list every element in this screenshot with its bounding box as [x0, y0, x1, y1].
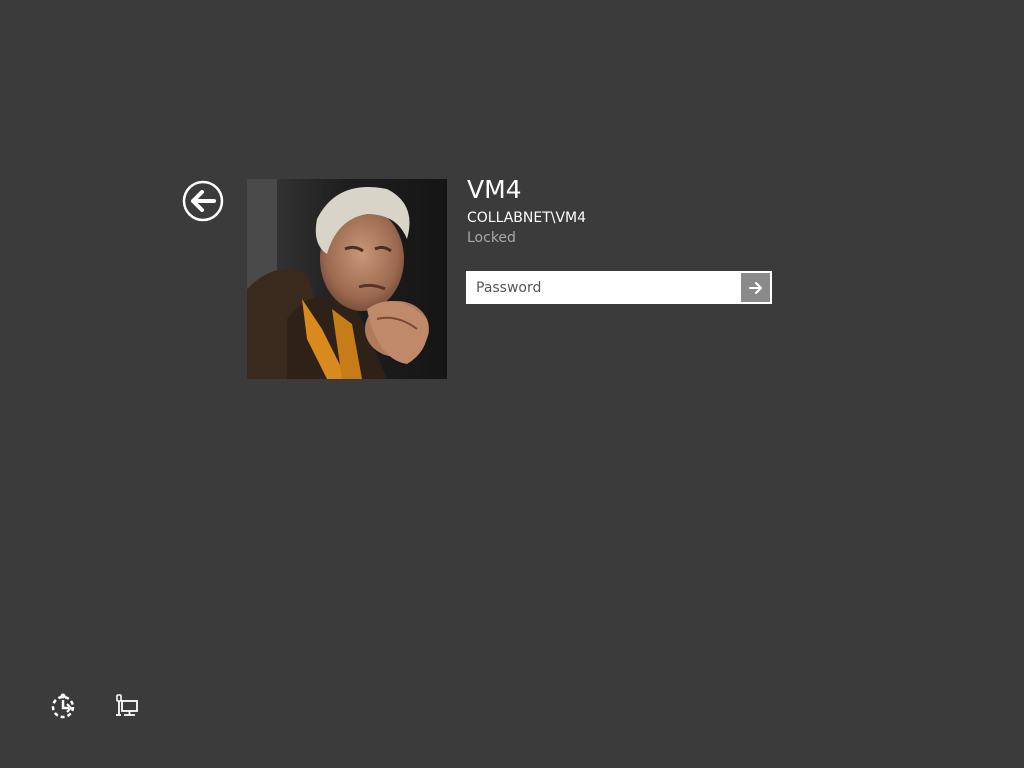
user-avatar [247, 179, 447, 379]
ease-of-access-button[interactable] [49, 692, 77, 720]
user-status: Locked [467, 230, 516, 246]
password-box [466, 271, 772, 304]
back-arrow-icon [182, 180, 224, 222]
submit-arrow-icon [748, 281, 762, 294]
network-button[interactable] [113, 692, 141, 720]
ease-of-access-icon [51, 693, 75, 719]
submit-button[interactable] [741, 273, 770, 302]
network-icon [116, 694, 138, 716]
lock-screen: VM4 COLLABNET\VM4 Locked [0, 0, 1024, 768]
password-input[interactable] [468, 273, 741, 302]
user-domain: COLLABNET\VM4 [467, 210, 587, 226]
user-info: VM4 COLLABNET\VM4 Locked [467, 174, 586, 247]
back-button[interactable] [182, 180, 224, 222]
user-name: VM4 [467, 175, 522, 204]
